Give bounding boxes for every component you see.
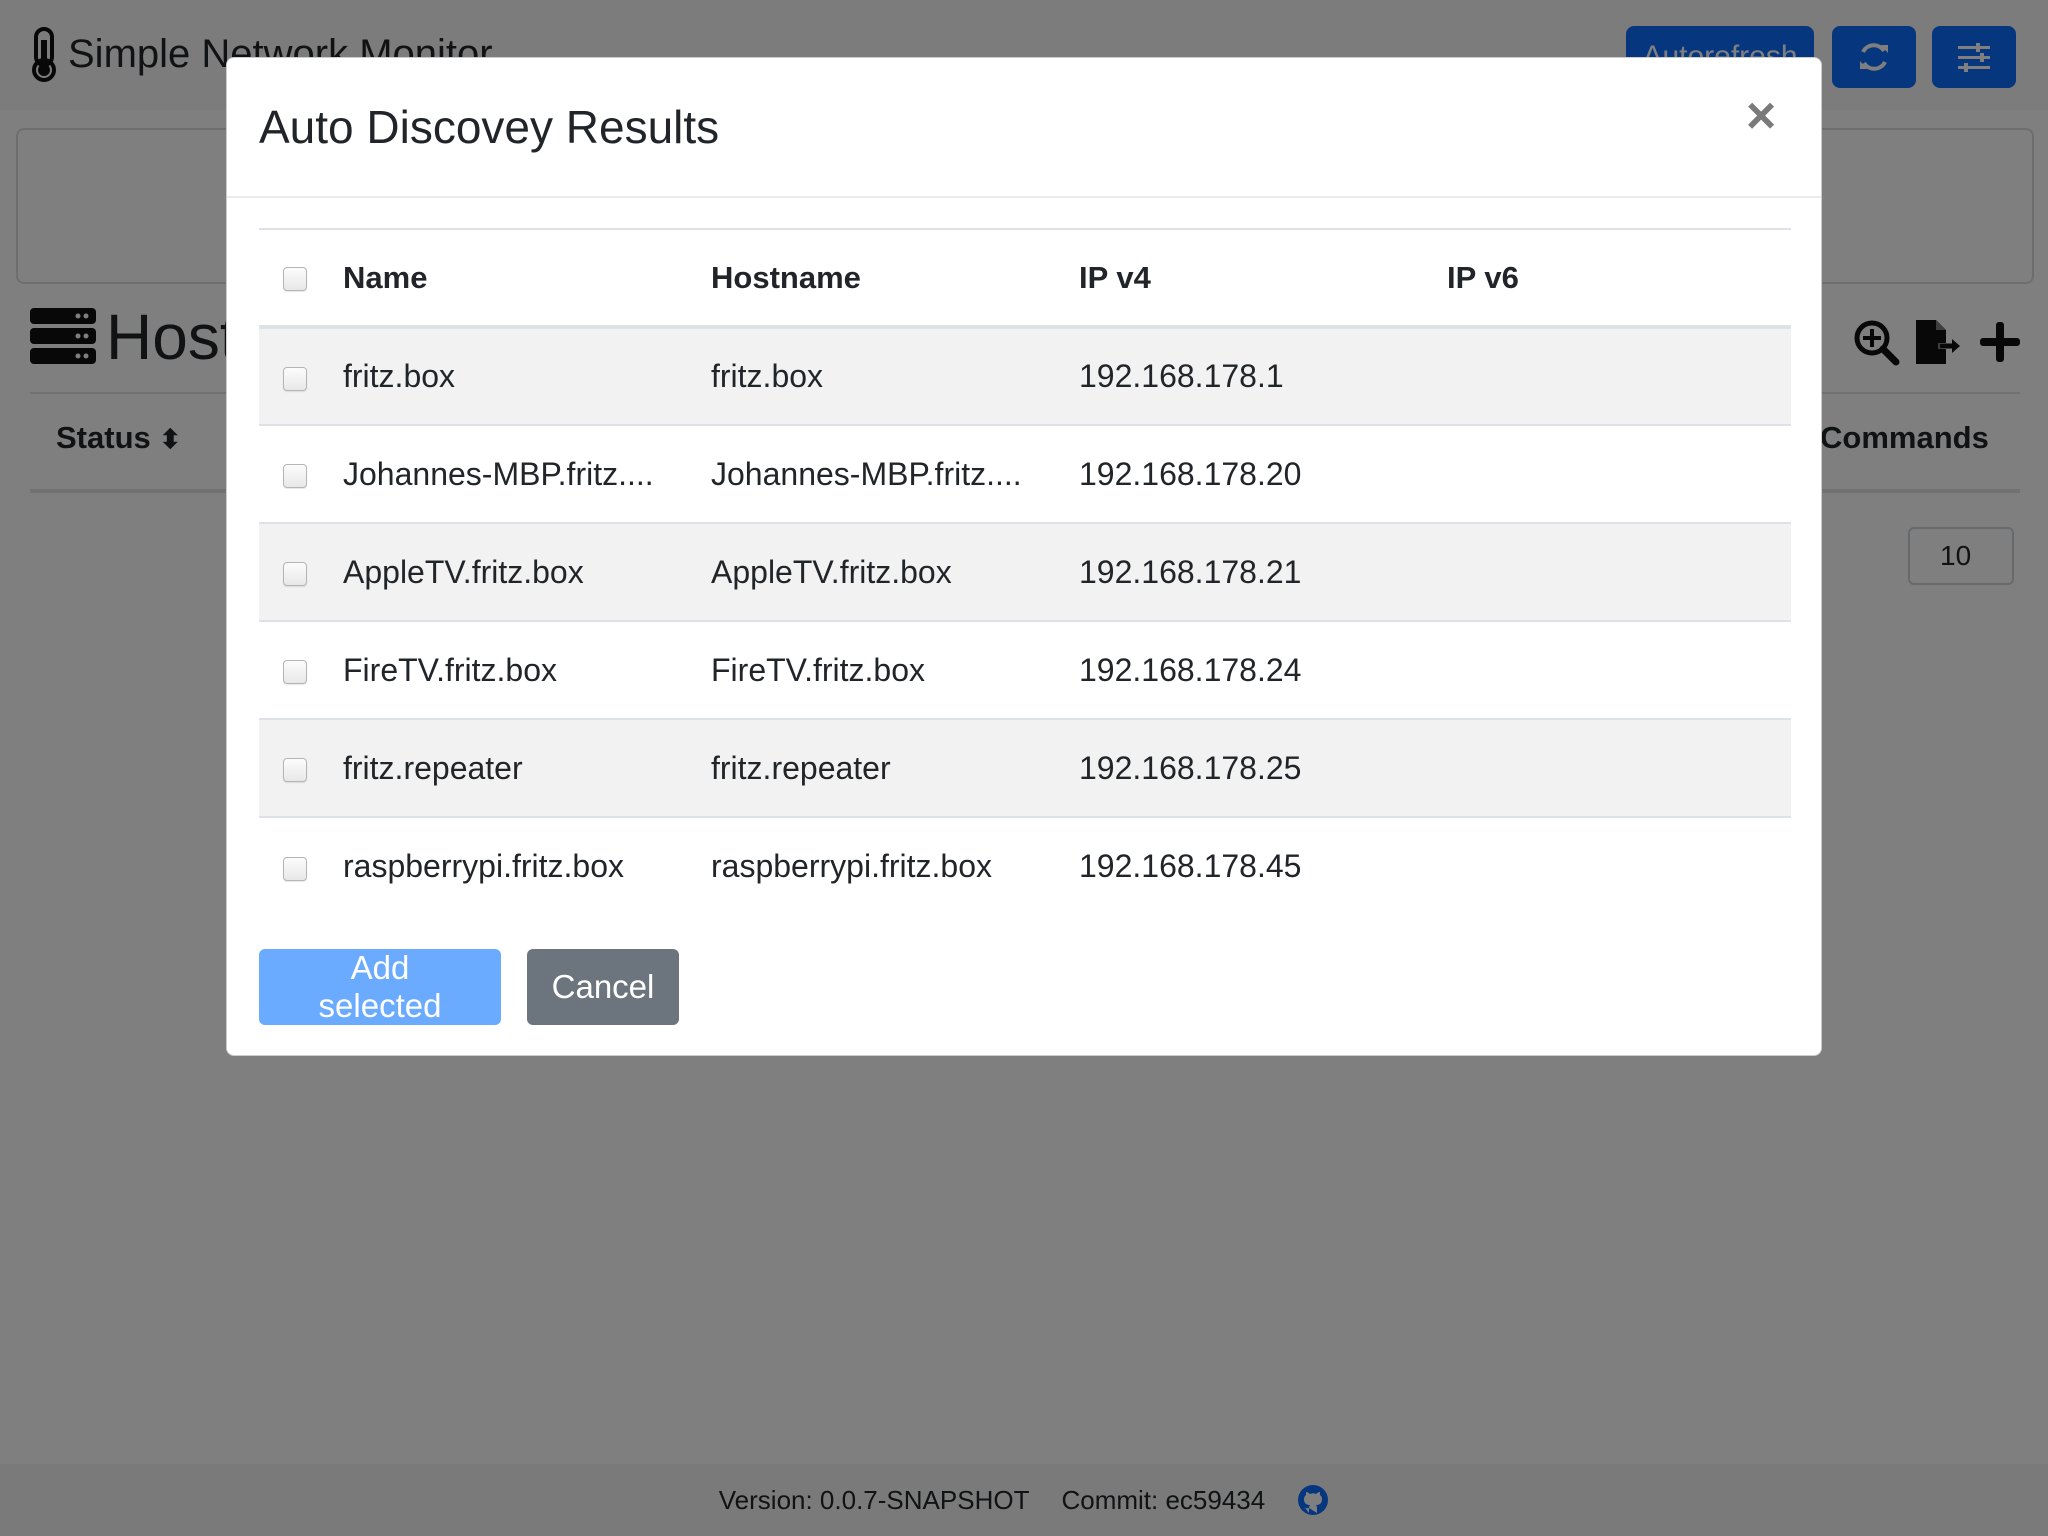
row-checkbox[interactable] [283, 856, 307, 881]
column-header-ipv4: IP v4 [1079, 259, 1151, 295]
cell-ipv4: 192.168.178.1 [1079, 358, 1284, 394]
table-row[interactable]: AppleTV.fritz.box AppleTV.fritz.box 192.… [259, 523, 1791, 621]
cell-name: Johannes-MBP.fritz.... [343, 455, 654, 492]
table-row[interactable]: FireTV.fritz.box FireTV.fritz.box 192.16… [259, 621, 1791, 719]
modal-footer: Add selected Cancel [259, 949, 679, 1025]
cell-hostname: AppleTV.fritz.box [711, 553, 952, 590]
cell-ipv4: 192.168.178.24 [1079, 651, 1302, 688]
cell-ipv6 [1447, 425, 1791, 523]
table-row[interactable]: fritz.box fritz.box 192.168.178.1 [259, 327, 1791, 425]
table-row[interactable]: Johannes-MBP.fritz.... Johannes-MBP.frit… [259, 425, 1791, 523]
cell-hostname: FireTV.fritz.box [711, 651, 925, 688]
cell-ipv6 [1447, 621, 1791, 719]
cell-ipv6 [1447, 327, 1791, 425]
modal-title: Auto Discovey Results [259, 101, 720, 153]
cell-ipv4: 192.168.178.20 [1079, 455, 1302, 492]
cell-ipv6 [1447, 523, 1791, 621]
cell-hostname: Johannes-MBP.fritz.... [711, 455, 1022, 492]
modal-header: Auto Discovey Results × [227, 58, 1821, 198]
discovery-table: Name Hostname IP v4 IP v6 fritz.box frit… [259, 228, 1791, 915]
row-checkbox[interactable] [283, 464, 307, 489]
row-checkbox[interactable] [283, 660, 307, 685]
cell-name: fritz.box [343, 358, 456, 394]
cell-name: AppleTV.fritz.box [343, 553, 584, 590]
cell-name: FireTV.fritz.box [343, 651, 557, 688]
column-header-ipv6: IP v6 [1447, 259, 1519, 295]
cell-ipv4: 192.168.178.25 [1079, 749, 1302, 786]
cell-name: fritz.repeater [343, 749, 523, 786]
close-button[interactable]: × [1739, 90, 1783, 142]
row-checkbox[interactable] [283, 562, 307, 587]
row-checkbox[interactable] [283, 366, 307, 391]
table-row[interactable]: raspberrypi.fritz.box raspberrypi.fritz.… [259, 817, 1791, 915]
auto-discovery-modal: Auto Discovey Results × Name Hostname IP… [226, 57, 1822, 1056]
select-all-checkbox[interactable] [283, 267, 307, 292]
column-header-name: Name [343, 259, 428, 295]
close-icon: × [1745, 87, 1777, 145]
column-header-hostname: Hostname [711, 259, 861, 295]
table-header-row: Name Hostname IP v4 IP v6 [259, 229, 1791, 327]
cell-ipv4: 192.168.178.45 [1079, 848, 1302, 884]
cell-hostname: fritz.repeater [711, 749, 891, 786]
cell-ipv6 [1447, 817, 1791, 915]
cell-ipv6 [1447, 719, 1791, 817]
cell-name: raspberrypi.fritz.box [343, 848, 624, 884]
cell-ipv4: 192.168.178.21 [1079, 553, 1302, 590]
table-row[interactable]: fritz.repeater fritz.repeater 192.168.17… [259, 719, 1791, 817]
row-checkbox[interactable] [283, 758, 307, 783]
cell-hostname: raspberrypi.fritz.box [711, 848, 992, 884]
cell-hostname: fritz.box [711, 358, 824, 394]
add-selected-button[interactable]: Add selected [259, 949, 501, 1025]
cancel-button[interactable]: Cancel [527, 949, 679, 1025]
